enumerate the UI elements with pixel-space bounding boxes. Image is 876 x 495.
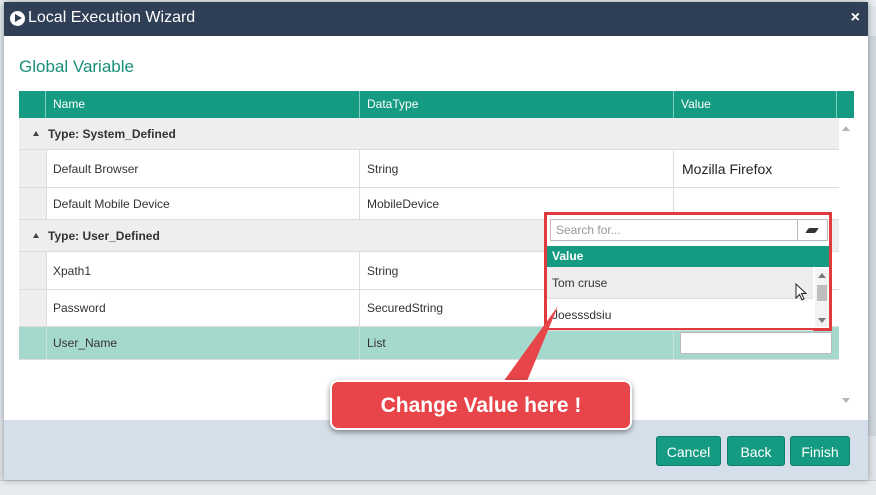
background-app-footer: [0, 480, 876, 495]
section-title: Global Variable: [19, 57, 134, 76]
clear-search-button[interactable]: [798, 219, 828, 241]
play-circle-icon: [10, 11, 25, 26]
dialog-titlebar: Local Execution Wizard ×: [4, 2, 868, 36]
collapse-triangle-icon[interactable]: [33, 233, 39, 238]
row-gutter: [19, 327, 47, 359]
column-header-value[interactable]: Value: [674, 91, 837, 118]
scroll-down-arrow-icon[interactable]: [818, 318, 826, 323]
row-gutter: [19, 150, 47, 187]
cancel-button[interactable]: Cancel: [656, 436, 721, 466]
row-gutter: [19, 252, 47, 289]
cell-name: User_Name: [46, 327, 360, 359]
scrollbar-thumb[interactable]: [817, 285, 827, 301]
grid-header: Name DataType Value: [19, 91, 854, 118]
dropdown-item[interactable]: Tom cruse: [547, 267, 813, 299]
scroll-up-arrow-icon[interactable]: [842, 126, 850, 131]
callout-annotation: Change Value here !: [330, 380, 632, 430]
column-header-name[interactable]: Name: [46, 91, 360, 118]
cell-name: Password: [46, 290, 360, 326]
close-icon[interactable]: ×: [851, 9, 860, 27]
eraser-icon: [805, 228, 819, 233]
back-button[interactable]: Back: [727, 436, 785, 466]
header-gutter: [19, 91, 46, 118]
cell-name: Default Mobile Device: [46, 188, 360, 219]
table-row-selected[interactable]: User_Name List: [19, 327, 839, 360]
cell-value[interactable]: [674, 327, 839, 359]
dropdown-search-input[interactable]: [550, 219, 798, 241]
dialog-title: Local Execution Wizard: [28, 9, 196, 26]
scroll-up-arrow-icon[interactable]: [818, 273, 826, 278]
dropdown-scrollbar[interactable]: [815, 269, 829, 327]
scroll-down-arrow-icon[interactable]: [842, 398, 850, 403]
cell-value[interactable]: Mozilla Firefox: [674, 150, 839, 187]
grid-scrollbar[interactable]: [839, 118, 854, 409]
dropdown-header-spacer: [813, 246, 829, 267]
table-row[interactable]: Default Browser String Mozilla Firefox: [19, 150, 839, 188]
row-gutter: [19, 188, 47, 219]
column-header-datatype[interactable]: DataType: [360, 91, 674, 118]
group-label: Type: System_Defined: [48, 127, 176, 141]
cell-datatype: String: [360, 150, 674, 187]
finish-button[interactable]: Finish: [790, 436, 850, 466]
value-dropdown-popup: Value Tom cruse Joesssdsiu: [544, 212, 832, 331]
group-label: Type: User_Defined: [48, 229, 160, 243]
value-edit-input[interactable]: [680, 332, 832, 354]
dropdown-column-header: Value: [547, 246, 813, 267]
dropdown-item[interactable]: Joesssdsiu: [547, 299, 813, 331]
row-gutter: [19, 290, 47, 326]
cell-datatype: List: [360, 327, 674, 359]
mouse-cursor-icon: [795, 283, 807, 301]
group-row-system-defined[interactable]: Type: System_Defined: [19, 118, 839, 150]
collapse-triangle-icon[interactable]: [33, 131, 39, 136]
cell-name: Default Browser: [46, 150, 360, 187]
cell-name: Xpath1: [46, 252, 360, 289]
